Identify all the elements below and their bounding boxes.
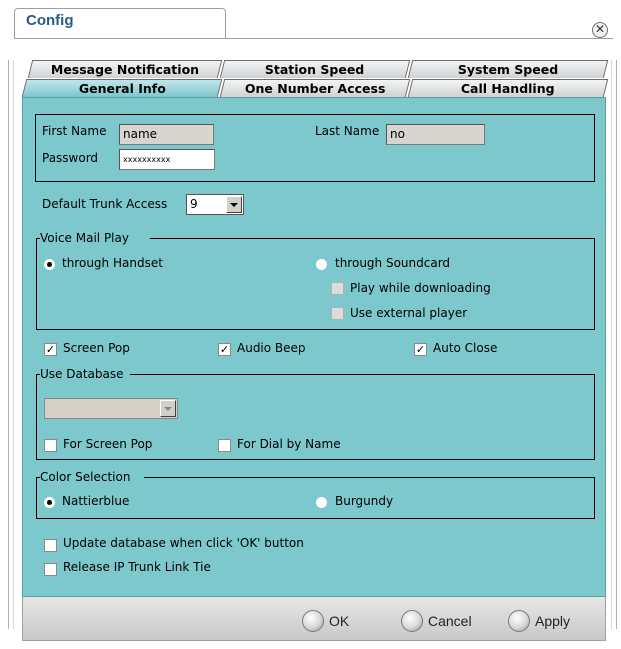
cancel-label: Cancel xyxy=(428,613,472,629)
tab-label: One Number Access xyxy=(244,81,386,96)
tab-station-speed[interactable]: Station Speed xyxy=(219,60,411,78)
tab-label: System Speed xyxy=(457,62,559,77)
tab-label: General Info xyxy=(78,81,166,96)
tab-system-speed[interactable]: System Speed xyxy=(407,60,609,78)
burgundy-radio[interactable] xyxy=(316,497,327,508)
trunk-value: 9 xyxy=(190,197,198,211)
group-border xyxy=(36,238,37,330)
last-name-field[interactable]: no xyxy=(386,124,485,145)
config-window: Config ✕ Message Notification Station Sp… xyxy=(0,0,621,649)
for-screen-pop-label: For Screen Pop xyxy=(63,437,153,451)
frame-divider xyxy=(14,38,613,39)
group-border xyxy=(36,518,595,519)
tab-one-number-access[interactable]: One Number Access xyxy=(219,79,411,97)
group-border xyxy=(36,374,37,460)
screen-pop-checkbox[interactable]: ✓ xyxy=(44,343,57,356)
color-selection-group-label: Color Selection xyxy=(40,470,131,484)
frame-left-edge xyxy=(8,60,14,629)
play-while-downloading-label: Play while downloading xyxy=(350,281,491,295)
ok-label: OK xyxy=(329,613,350,629)
nattierblue-label: Nattierblue xyxy=(62,494,130,508)
apply-orb-icon xyxy=(508,610,530,632)
through-soundcard-radio[interactable] xyxy=(316,259,327,270)
group-border xyxy=(36,329,595,330)
group-border xyxy=(594,238,595,330)
tab-label: Station Speed xyxy=(265,62,365,77)
voice-mail-group-label: Voice Mail Play xyxy=(40,231,129,245)
audio-beep-label: Audio Beep xyxy=(237,341,306,355)
first-name-label: First Name xyxy=(42,124,107,138)
trunk-label: Default Trunk Access xyxy=(42,197,168,211)
auto-close-checkbox[interactable]: ✓ xyxy=(414,343,427,356)
close-icon[interactable]: ✕ xyxy=(592,22,608,38)
screen-pop-label: Screen Pop xyxy=(63,341,130,355)
tab-general-info[interactable]: General Info xyxy=(21,79,223,97)
group-border xyxy=(130,374,595,375)
burgundy-label: Burgundy xyxy=(335,494,394,508)
tab-label: Message Notification xyxy=(50,62,199,77)
group-border xyxy=(594,477,595,519)
release-ip-trunk-label: Release IP Trunk Link Tie xyxy=(63,560,211,574)
group-border xyxy=(144,477,595,478)
tab-label: Call Handling xyxy=(461,81,555,96)
audio-beep-checkbox[interactable]: ✓ xyxy=(218,343,231,356)
auto-close-label: Auto Close xyxy=(433,341,498,355)
last-name-label: Last Name xyxy=(315,124,380,138)
through-soundcard-label: through Soundcard xyxy=(335,256,451,270)
tab-call-handling[interactable]: Call Handling xyxy=(407,79,609,97)
for-screen-pop-checkbox[interactable] xyxy=(44,439,57,452)
group-border xyxy=(150,238,595,239)
use-external-player-checkbox[interactable] xyxy=(331,307,344,320)
window-title: Config xyxy=(26,12,74,29)
password-field[interactable]: xxxxxxxxxx xyxy=(119,149,215,170)
tab-message-notification[interactable]: Message Notification xyxy=(27,60,223,78)
use-database-group-label: Use Database xyxy=(40,367,124,381)
play-while-downloading-checkbox[interactable] xyxy=(331,282,344,295)
through-handset-radio[interactable] xyxy=(44,259,55,270)
database-select[interactable] xyxy=(44,398,178,419)
trunk-select[interactable]: 9 xyxy=(186,194,244,215)
for-dial-by-name-label: For Dial by Name xyxy=(237,437,341,451)
ok-orb-icon xyxy=(302,610,324,632)
group-border xyxy=(36,477,37,519)
for-dial-by-name-checkbox[interactable] xyxy=(218,439,231,452)
use-external-player-label: Use external player xyxy=(350,306,468,320)
release-ip-trunk-checkbox[interactable] xyxy=(44,563,57,576)
apply-label: Apply xyxy=(535,613,571,629)
cancel-orb-icon xyxy=(401,610,423,632)
through-handset-label: through Handset xyxy=(62,256,163,270)
update-database-checkbox[interactable] xyxy=(44,539,57,552)
chevron-down-icon[interactable] xyxy=(160,400,176,417)
update-database-label: Update database when click 'OK' button xyxy=(63,536,304,550)
group-border xyxy=(36,459,595,460)
group-border xyxy=(594,374,595,460)
nattierblue-radio[interactable] xyxy=(44,497,55,508)
password-label: Password xyxy=(42,151,99,165)
chevron-down-icon[interactable] xyxy=(226,196,242,213)
first-name-field[interactable]: name xyxy=(119,124,214,145)
frame-right-edge xyxy=(611,60,617,629)
